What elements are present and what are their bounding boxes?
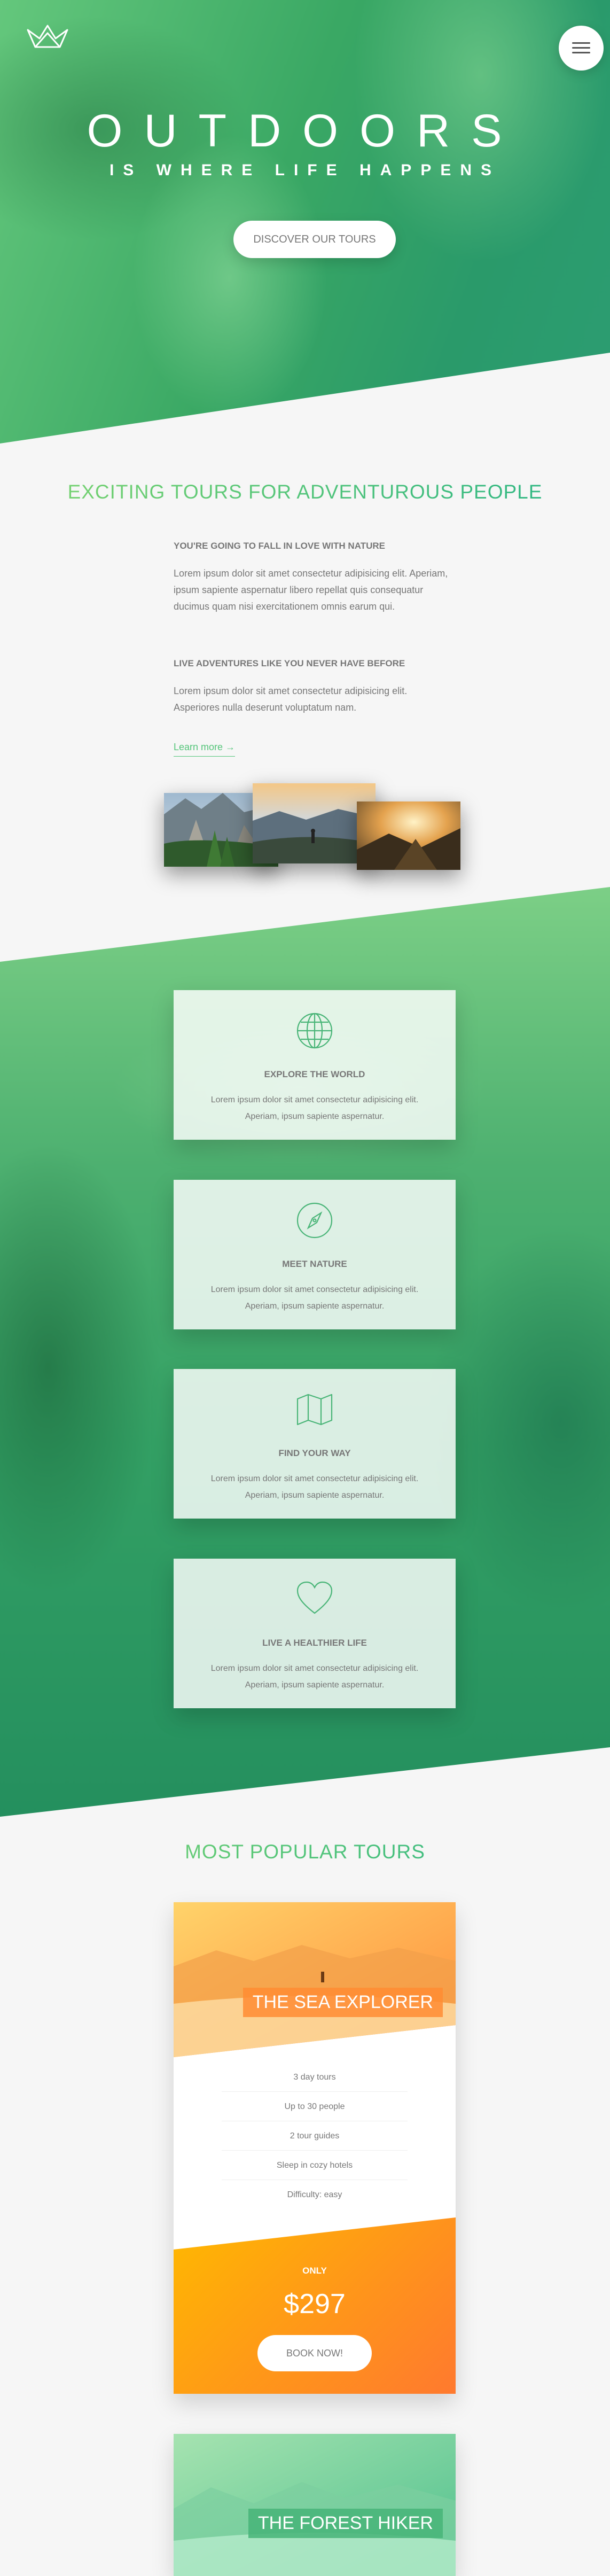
about-heading-2: LIVE ADVENTURES LIKE YOU NEVER HAVE BEFO… (174, 658, 405, 668)
tour-card-image (174, 1902, 456, 2057)
tour-detail: Sleep in cozy hotels (222, 2151, 408, 2180)
tour-card-image (174, 2434, 456, 2576)
feature-title: FIND YOUR WAY (278, 1448, 351, 1458)
learn-more-link[interactable]: Learn more → (174, 742, 236, 757)
hero-title: OUTDOORS (87, 105, 523, 157)
map-icon (296, 1394, 333, 1426)
tour-card-heading: THE FOREST HIKER (248, 2509, 443, 2538)
hamburger-menu-icon[interactable] (559, 26, 604, 71)
feature-title: LIVE A HEALTHIER LIFE (262, 1638, 367, 1648)
about-title: EXCITING TOURS FOR ADVENTUROUS PEOPLE (0, 481, 610, 503)
about-text-1: Lorem ipsum dolor sit amet consectetur a… (174, 568, 448, 612)
tours-title: MOST POPULAR TOURS (0, 1841, 610, 1863)
crown-logo-icon[interactable] (26, 24, 69, 51)
composition-photo-3[interactable] (357, 801, 460, 870)
feature-box: FIND YOUR WAY Lorem ipsum dolor sit amet… (174, 1369, 456, 1519)
feature-title: EXPLORE THE WORLD (264, 1069, 365, 1079)
tour-detail: Difficulty: easy (287, 2190, 342, 2199)
tour-detail: Up to 30 people (222, 2092, 408, 2121)
tour-card-heading: THE SEA EXPLORER (243, 1988, 443, 2017)
feature-text: Lorem ipsum dolor sit amet consectetur a… (210, 1095, 419, 1121)
heart-icon (296, 1581, 333, 1614)
about-text-2: Lorem ipsum dolor sit amet consectetur a… (174, 686, 408, 713)
feature-text: Lorem ipsum dolor sit amet consectetur a… (210, 1285, 419, 1311)
feature-text: Lorem ipsum dolor sit amet consectetur a… (210, 1664, 419, 1690)
tour-detail: 3 day tours (222, 2063, 408, 2092)
tour-detail: 2 tour guides (222, 2121, 408, 2151)
price-value: $297 (284, 2289, 346, 2320)
about-heading-1: YOU'RE GOING TO FALL IN LOVE WITH NATURE (174, 541, 385, 551)
book-now-button[interactable]: BOOK NOW! (257, 2335, 372, 2371)
hero-subtitle: IS WHERE LIFE HAPPENS (109, 161, 501, 179)
tour-card: THE SEA EXPLORER 3 day tours Up to 30 pe… (174, 1902, 456, 2394)
feature-box: EXPLORE THE WORLD Lorem ipsum dolor sit … (174, 990, 456, 1140)
price-label: ONLY (302, 2266, 327, 2276)
discover-tours-button[interactable]: DISCOVER OUR TOURS (233, 221, 396, 258)
feature-box: LIVE A HEALTHIER LIFE Lorem ipsum dolor … (174, 1559, 456, 1708)
globe-icon (296, 1013, 333, 1049)
compass-icon (296, 1202, 333, 1239)
feature-text: Lorem ipsum dolor sit amet consectetur a… (210, 1474, 419, 1500)
feature-title: MEET NATURE (282, 1259, 347, 1269)
tour-card: THE FOREST HIKER (174, 2434, 456, 2576)
feature-box: MEET NATURE Lorem ipsum dolor sit amet c… (174, 1180, 456, 1329)
